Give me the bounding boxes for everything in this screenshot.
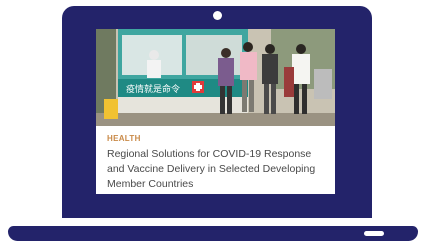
article-title[interactable]: Regional Solutions for COVID-19 Response… <box>107 147 331 192</box>
article-category: HEALTH <box>107 134 141 143</box>
booth-sign-text: 疫情就是命令 <box>126 83 180 95</box>
laptop-notch <box>364 231 384 236</box>
laptop-illustration: 疫情就是命令 HEALTH Regional Solutions for COV… <box>0 0 427 247</box>
article-photo: 疫情就是命令 <box>96 29 335 126</box>
laptop-screen: 疫情就是命令 HEALTH Regional Solutions for COV… <box>96 29 335 194</box>
laptop-base <box>8 226 418 241</box>
testing-booth-photo: 疫情就是命令 <box>96 29 335 126</box>
webcam-dot <box>213 11 222 20</box>
laptop-lid: 疫情就是命令 HEALTH Regional Solutions for COV… <box>62 6 372 218</box>
